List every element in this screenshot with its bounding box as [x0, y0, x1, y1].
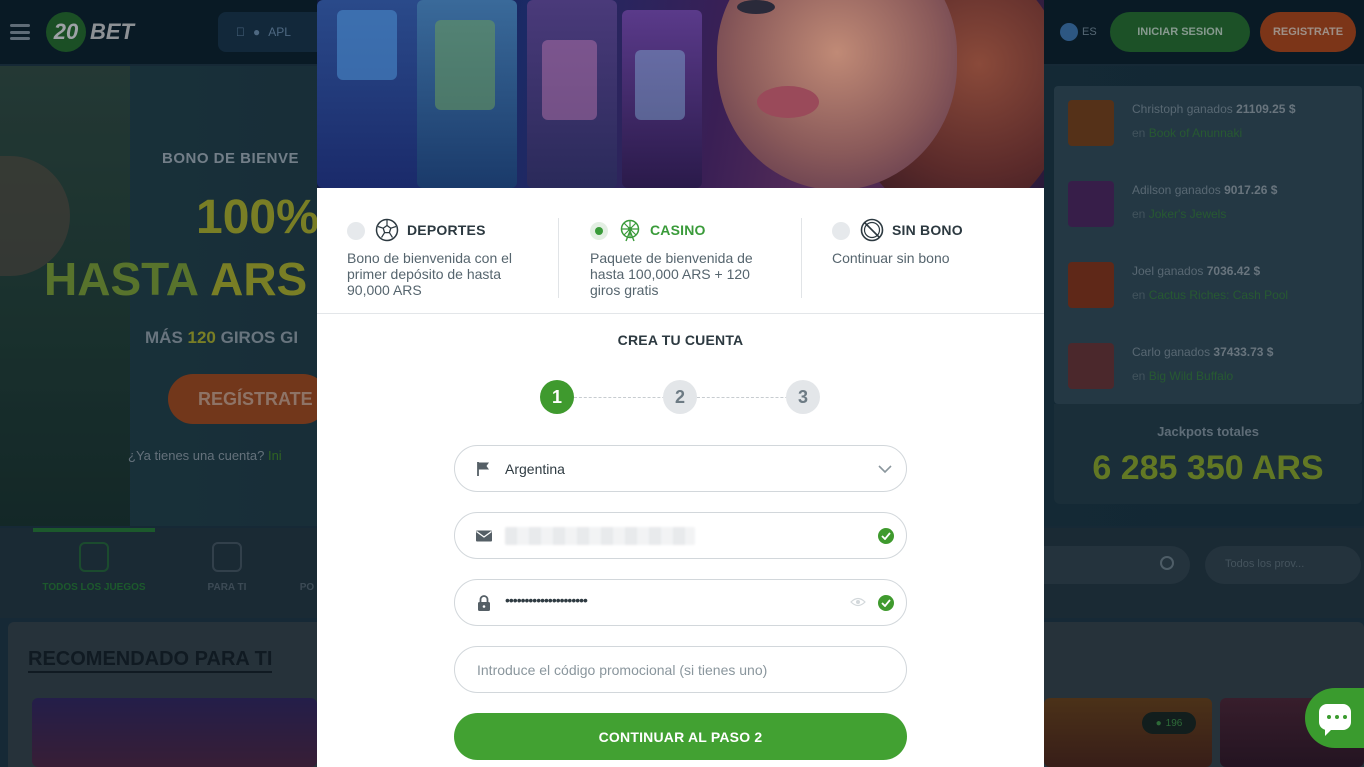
email-value-redacted — [505, 527, 695, 545]
bonus-options: DEPORTES Bono de bienvenida con el prime… — [317, 188, 1044, 314]
country-select[interactable]: Argentina — [454, 445, 907, 492]
step-indicator: 1 2 3 — [317, 380, 1044, 416]
chat-dots — [1327, 715, 1347, 719]
bonus-radio[interactable] — [347, 222, 365, 240]
bonus-title: CASINO — [650, 222, 706, 238]
bonus-description: Bono de bienvenida con el primer depósit… — [347, 250, 513, 298]
bonus-title: SIN BONO — [892, 222, 963, 238]
bonus-radio-selected[interactable] — [590, 222, 608, 240]
chat-widget-button[interactable] — [1305, 688, 1364, 748]
envelope-icon — [476, 530, 492, 542]
valid-check-icon — [878, 528, 894, 544]
bonus-divider — [558, 218, 559, 298]
lock-icon — [478, 595, 490, 611]
casino-banner-image — [317, 0, 1044, 188]
password-field[interactable]: ••••••••••••••••••••• — [454, 579, 907, 626]
bonus-option-sports[interactable]: DEPORTES Bono de bienvenida con el prime… — [317, 218, 539, 298]
registration-modal: DEPORTES Bono de bienvenida con el prime… — [317, 0, 1044, 767]
promo-code-field[interactable]: Introduce el código promocional (si tien… — [454, 646, 907, 693]
eye-icon[interactable] — [850, 596, 866, 608]
form-title: CREA TU CUENTA — [617, 332, 744, 348]
password-value: ••••••••••••••••••••• — [505, 592, 588, 608]
step-1: 1 — [540, 380, 574, 414]
step-2: 2 — [663, 380, 697, 414]
email-field[interactable] — [454, 512, 907, 559]
no-bonus-icon — [860, 218, 884, 242]
bonus-option-casino[interactable]: CASINO Paquete de bienvenida de hasta 10… — [560, 218, 782, 298]
flag-icon — [477, 462, 489, 476]
bonus-title: DEPORTES — [407, 222, 486, 238]
country-value: Argentina — [505, 461, 565, 477]
soccer-ball-icon — [375, 218, 399, 242]
valid-check-icon — [878, 595, 894, 611]
step-3: 3 — [786, 380, 820, 414]
continue-step-2-button[interactable]: CONTINUAR AL PASO 2 — [454, 713, 907, 760]
ferris-wheel-icon — [620, 219, 640, 242]
bonus-description: Paquete de bienvenida de hasta 100,000 A… — [590, 250, 753, 298]
bonus-radio[interactable] — [832, 222, 850, 240]
promo-code-placeholder: Introduce el código promocional (si tien… — [477, 662, 768, 678]
bonus-description: Continuar sin bono — [832, 250, 950, 266]
bonus-option-no-bonus[interactable]: SIN BONO Continuar sin bono — [802, 218, 1024, 298]
chevron-down-icon — [878, 465, 892, 474]
